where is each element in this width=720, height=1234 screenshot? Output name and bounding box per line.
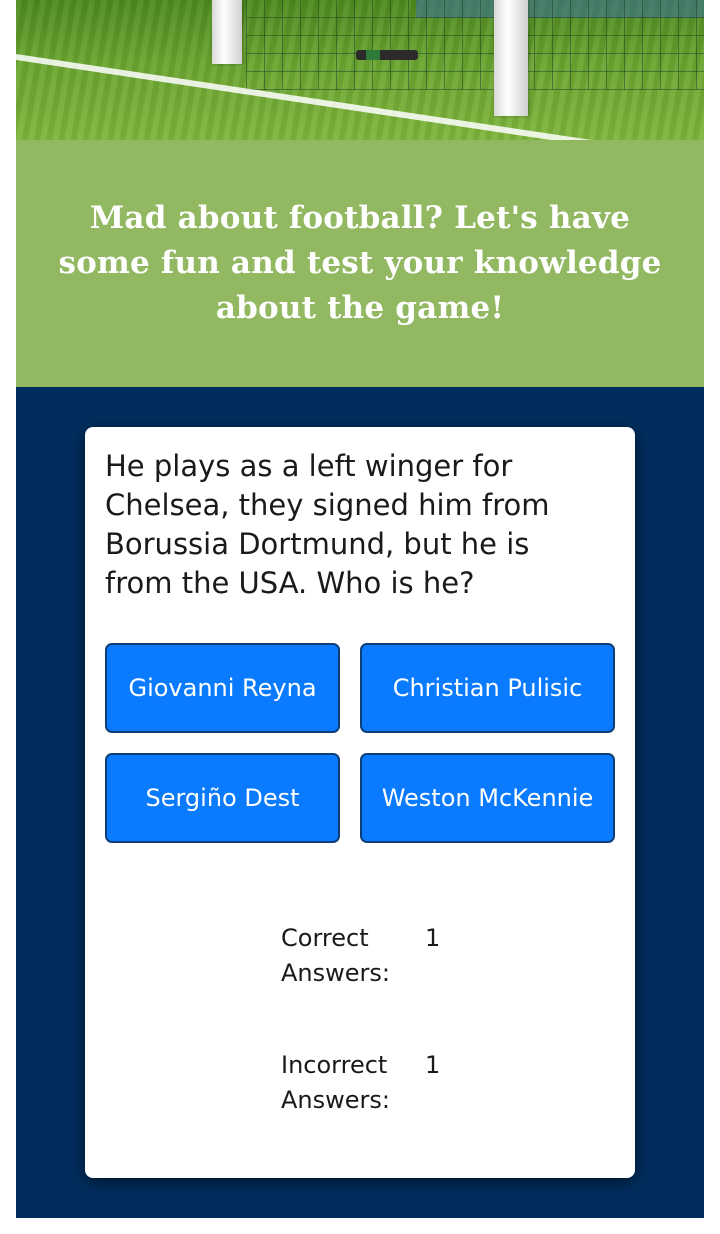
goal-post-left bbox=[212, 0, 242, 64]
answer-button-weston-mckennie[interactable]: Weston McKennie bbox=[360, 753, 615, 843]
question-card: He plays as a left winger for Chelsea, t… bbox=[85, 427, 635, 1178]
incorrect-answers-label: Incorrect Answers: bbox=[281, 1051, 390, 1114]
intro-banner: Mad about football? Let's have some fun … bbox=[16, 140, 704, 387]
correct-answers-value: 1 bbox=[425, 924, 441, 952]
goal-post-right bbox=[494, 0, 528, 116]
football-goal-net-image bbox=[16, 0, 704, 140]
answer-button-giovanni-reyna[interactable]: Giovanni Reyna bbox=[105, 643, 340, 733]
incorrect-answers-score: Incorrect Answers: 1 bbox=[281, 1048, 481, 1118]
incorrect-answers-value: 1 bbox=[425, 1051, 441, 1079]
answer-button-sergino-dest[interactable]: Sergiño Dest bbox=[105, 753, 340, 843]
quiz-page: Mad about football? Let's have some fun … bbox=[16, 0, 704, 1218]
answer-button-christian-pulisic[interactable]: Christian Pulisic bbox=[360, 643, 615, 733]
quiz-section: He plays as a left winger for Chelsea, t… bbox=[16, 387, 704, 1218]
question-text: He plays as a left winger for Chelsea, t… bbox=[105, 449, 550, 600]
correct-answers-score: Correct Answers: 1 bbox=[281, 921, 481, 991]
intro-heading: Mad about football? Let's have some fun … bbox=[58, 200, 662, 326]
water-bottle-cap bbox=[366, 50, 380, 60]
correct-answers-label: Correct Answers: bbox=[281, 924, 390, 987]
goal-net bbox=[246, 0, 704, 90]
